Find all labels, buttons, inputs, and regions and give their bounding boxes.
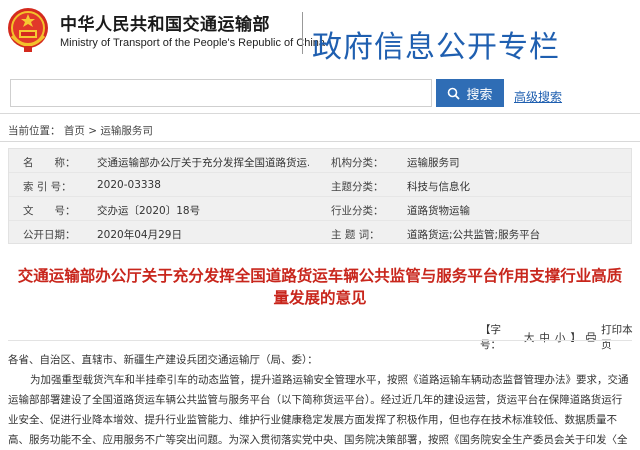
meta-keywords-label: 主 题 词： — [331, 229, 380, 241]
meta-agency-value: 运输服务司 — [407, 157, 460, 169]
meta-row: 文 号： 交办运〔2020〕18号 行业分类： 道路货物运输 — [9, 197, 631, 221]
print-page-link[interactable]: 打印本页 — [601, 322, 640, 352]
meta-date-label: 公开日期： — [23, 229, 76, 241]
meta-index-label: 索 引 号： — [23, 181, 72, 193]
search-button[interactable]: 搜索 — [436, 79, 504, 107]
meta-index-value: 2020-03338 — [97, 179, 161, 191]
org-name-cn[interactable]: 中华人民共和国交通运输部 — [60, 10, 270, 35]
meta-topic-label: 主题分类： — [331, 181, 384, 193]
portal-title: 政府信息公开专栏 — [312, 30, 560, 65]
meta-row: 名 称： 交通运输部办公厅关于充分发挥全国道路货运... 机构分类： 运输服务司 — [9, 149, 631, 173]
breadcrumb: 当前位置： 首页 > 运输服务司 — [8, 123, 153, 138]
national-emblem-icon[interactable] — [6, 6, 50, 54]
meta-keywords-value: 道路货运;公共监管;服务平台 — [407, 229, 541, 241]
meta-docno-value: 交办运〔2020〕18号 — [97, 205, 201, 217]
advanced-search-link[interactable]: 高级搜索 — [514, 88, 562, 105]
body-salutation: 各省、自治区、直辖市、新疆生产建设兵团交通运输厅（局、委）： — [8, 354, 318, 366]
meta-industry-label: 行业分类： — [331, 205, 384, 217]
meta-docno-label: 文 号： — [23, 205, 76, 217]
toolbar-separator — [8, 340, 632, 341]
font-size-medium-button[interactable]: 中 — [539, 330, 550, 345]
breadcrumb-section-link[interactable]: 运输服务司 — [100, 125, 153, 137]
meta-row: 索 引 号： 2020-03338 主题分类： 科技与信息化 — [9, 173, 631, 197]
font-size-close: 】 — [570, 331, 581, 344]
meta-name-label: 名 称： — [23, 157, 76, 169]
font-size-open: 【字号： — [480, 324, 501, 351]
font-size-small-button[interactable]: 小 — [555, 330, 566, 345]
breadcrumb-prefix: 当前位置： — [8, 125, 61, 137]
meta-date-value: 2020年04月29日 — [97, 229, 182, 241]
document-title: 交通运输部办公厅关于充分发挥全国道路货运车辆公共监管与服务平台作用支撑行业高质量… — [17, 266, 623, 307]
search-button-label: 搜索 — [466, 87, 493, 103]
site-header: 中华人民共和国交通运输部 Ministry of Transport of th… — [0, 0, 640, 76]
breadcrumb-separator-line — [0, 141, 640, 142]
document-body: 各省、自治区、直辖市、新疆生产建设兵团交通运输厅（局、委）： 为加强重型载货汽车… — [8, 350, 632, 450]
search-input[interactable] — [10, 79, 432, 107]
breadcrumb-home-link[interactable]: 首页 — [64, 125, 85, 137]
search-icon — [448, 87, 461, 100]
meta-name-value: 交通运输部办公厅关于充分发挥全国道路货运... — [97, 157, 309, 169]
meta-topic-value: 科技与信息化 — [407, 181, 470, 193]
meta-agency-label: 机构分类： — [331, 157, 384, 169]
search-bar: 搜索 高级搜索 — [0, 76, 640, 112]
org-name-en: Ministry of Transport of the People's Re… — [60, 37, 326, 49]
body-paragraph: 为加强重型载货汽车和半挂牵引车的动态监管，提升道路运输安全管理水平，按照《道路运… — [8, 374, 629, 446]
meta-industry-value: 道路货物运输 — [407, 205, 470, 217]
font-size-toolbar: 【字号： 大 中 小 】 打印本页 — [480, 322, 640, 352]
header-divider — [302, 12, 303, 54]
meta-row: 公开日期： 2020年04月29日 主 题 词： 道路货运;公共监管;服务平台 — [9, 221, 631, 245]
document-metadata: 名 称： 交通运输部办公厅关于充分发挥全国道路货运... 机构分类： 运输服务司… — [8, 148, 632, 244]
header-separator — [0, 113, 640, 114]
breadcrumb-separator: > — [88, 125, 97, 137]
font-size-large-button[interactable]: 大 — [524, 330, 535, 345]
